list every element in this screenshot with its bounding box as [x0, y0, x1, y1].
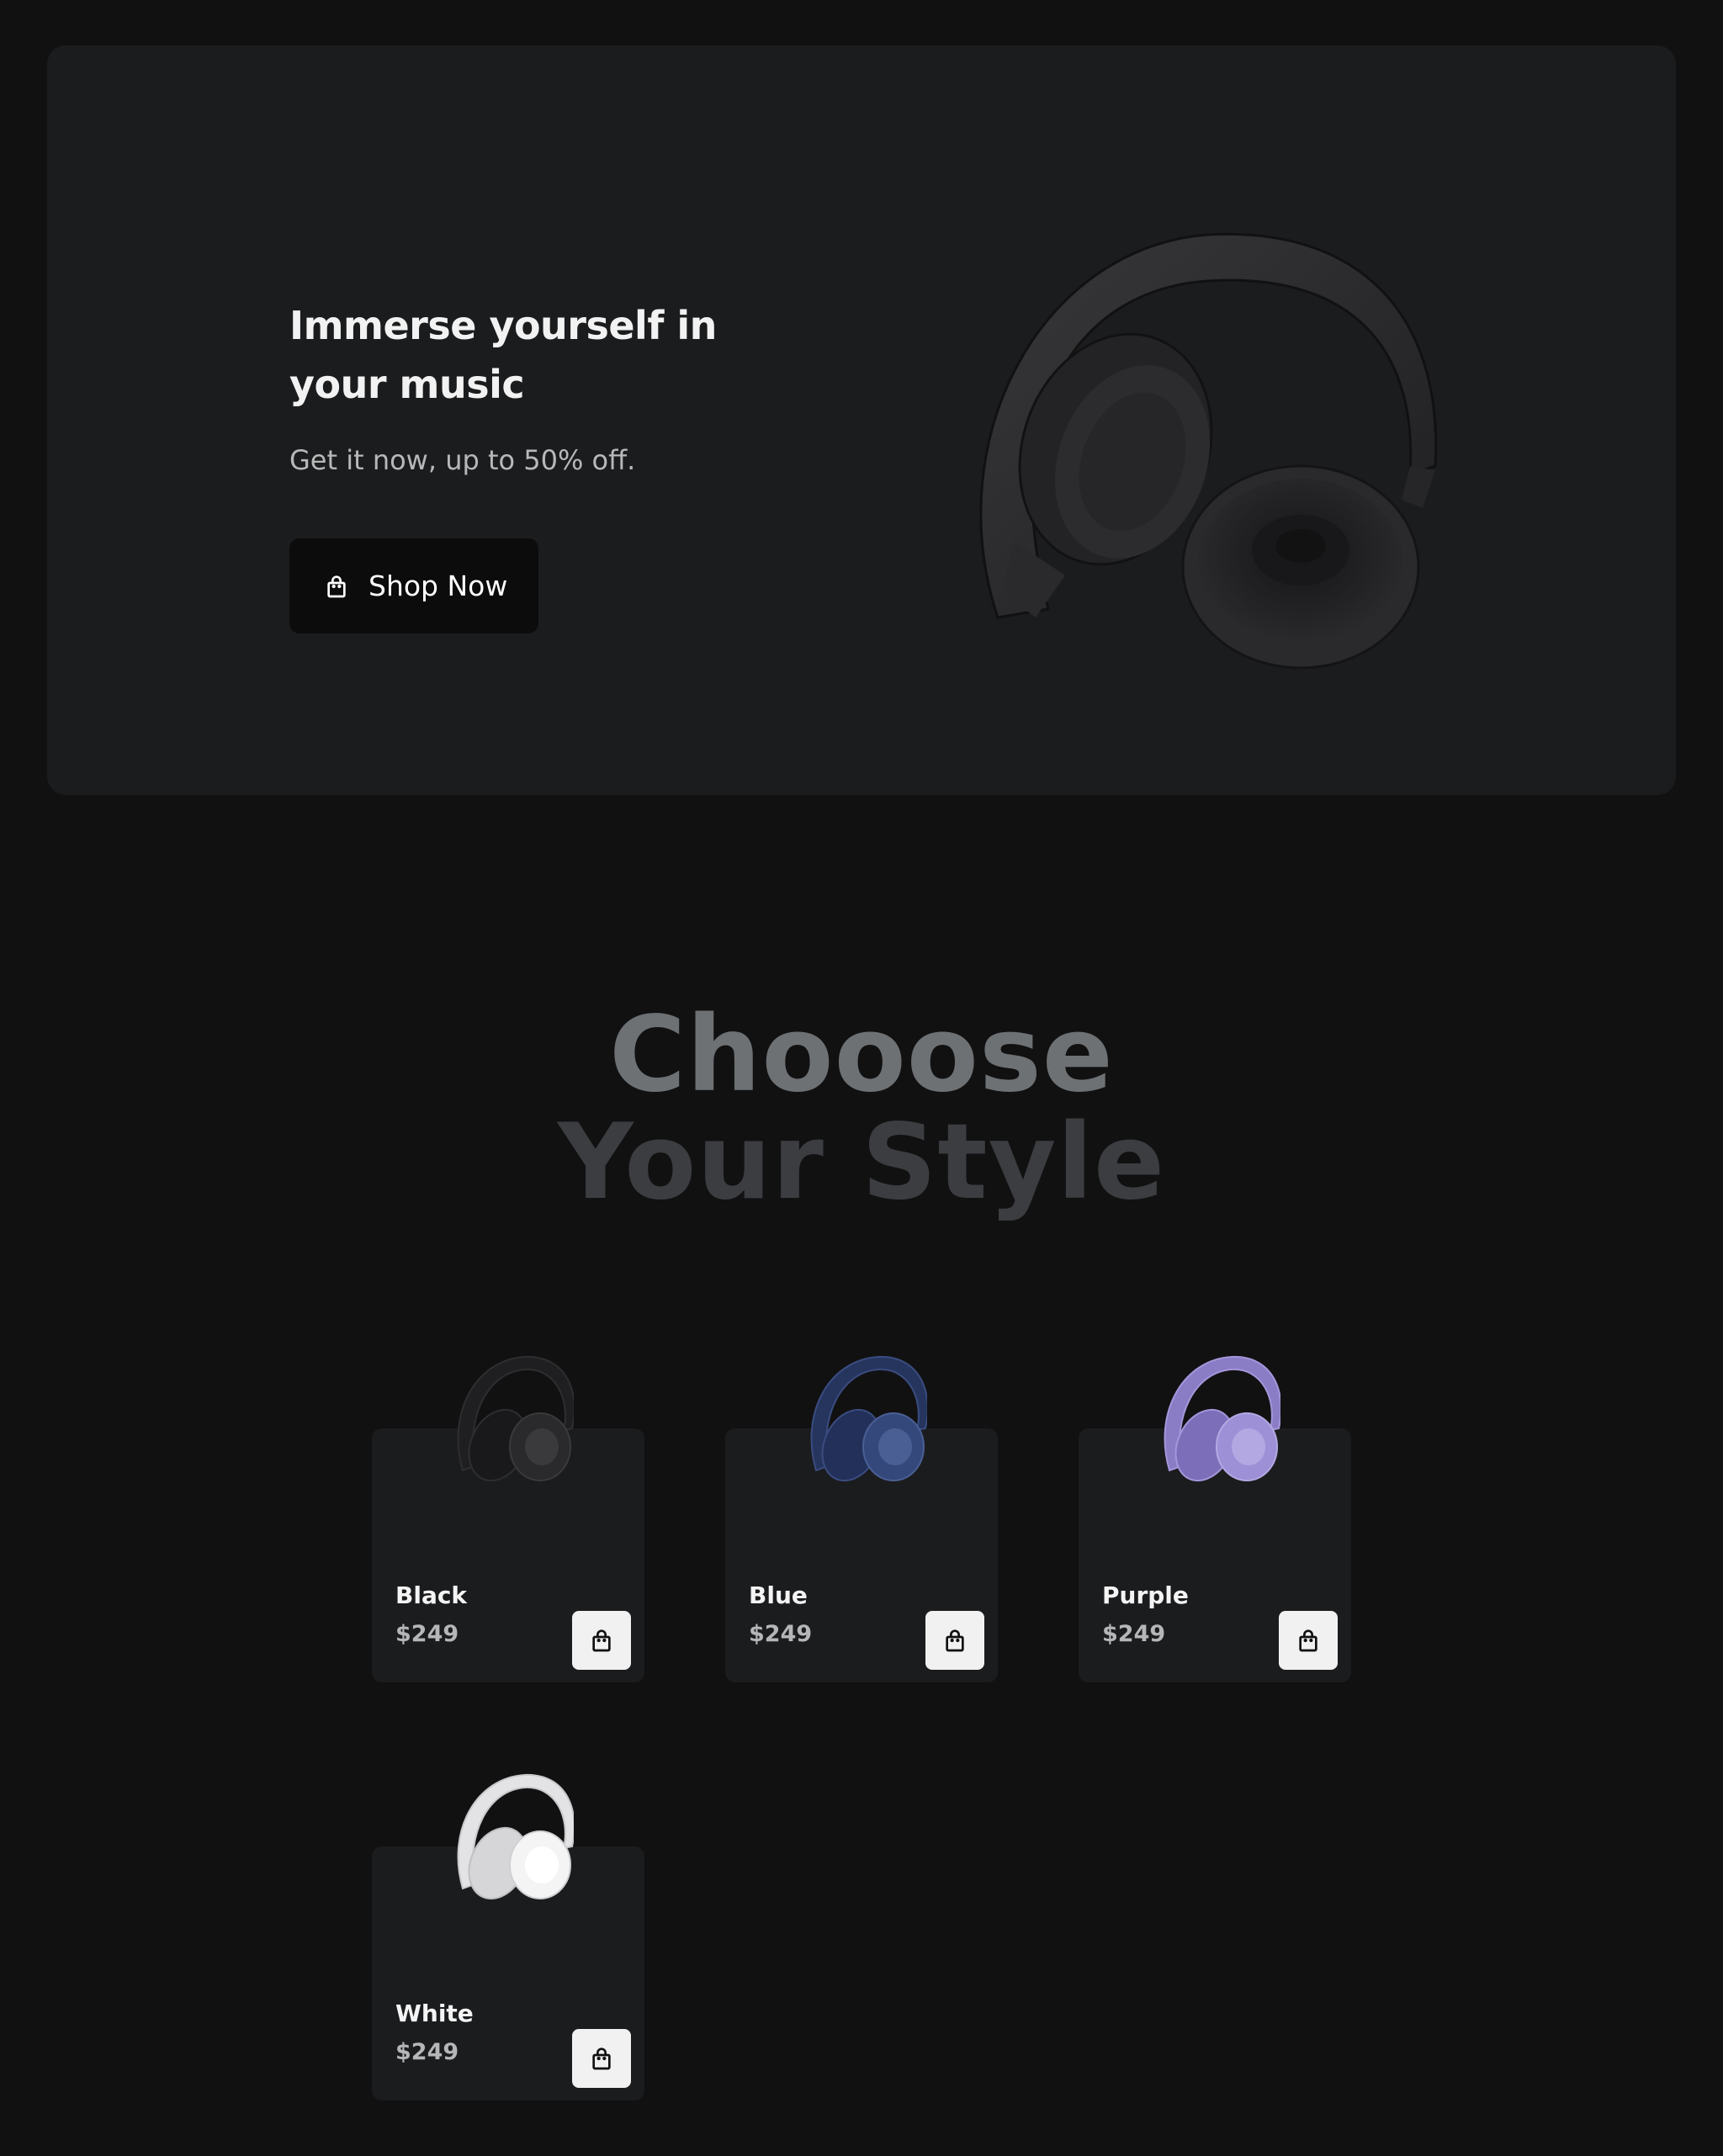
- product-price: $249: [749, 1621, 813, 1647]
- add-to-cart-button[interactable]: [925, 1611, 984, 1670]
- add-to-cart-button[interactable]: [1279, 1611, 1338, 1670]
- product-card-purple[interactable]: Purple $249: [1079, 1355, 1351, 1682]
- add-to-cart-button[interactable]: [572, 1611, 631, 1670]
- section-title-line1: Chooose: [609, 994, 1114, 1115]
- product-name: White: [395, 2000, 474, 2027]
- product-name: Purple: [1102, 1581, 1189, 1609]
- product-image-white: [448, 1771, 575, 1918]
- product-card-black[interactable]: Black $249: [372, 1355, 644, 1682]
- section-title: Chooose Your Style: [0, 1001, 1723, 1216]
- section-title-line2: Your Style: [557, 1102, 1166, 1223]
- hero-headphones-image: [922, 222, 1461, 710]
- product-card-white[interactable]: White $249: [372, 1773, 644, 2100]
- product-image-black: [448, 1353, 575, 1500]
- shop-now-button[interactable]: Shop Now: [289, 538, 538, 633]
- hero-banner: Immerse yourself in your music Get it no…: [47, 45, 1676, 795]
- add-to-cart-button[interactable]: [572, 2029, 631, 2088]
- shopping-bag-icon: [1295, 1627, 1322, 1654]
- shopping-bag-icon: [323, 573, 350, 600]
- product-price: $249: [395, 1621, 459, 1647]
- product-name: Blue: [749, 1581, 808, 1609]
- product-card-blue[interactable]: Blue $249: [725, 1355, 998, 1682]
- hero-title: Immerse yourself in your music: [289, 303, 717, 407]
- product-price: $249: [1102, 1621, 1166, 1647]
- shopping-bag-icon: [941, 1627, 968, 1654]
- hero-subtitle: Get it now, up to 50% off.: [289, 444, 636, 476]
- shopping-bag-icon: [588, 2045, 615, 2072]
- product-image-purple: [1154, 1353, 1282, 1500]
- shop-now-label: Shop Now: [368, 569, 508, 602]
- product-name: Black: [395, 1581, 468, 1609]
- shopping-bag-icon: [588, 1627, 615, 1654]
- product-price: $249: [395, 2039, 459, 2065]
- product-image-blue: [801, 1353, 929, 1500]
